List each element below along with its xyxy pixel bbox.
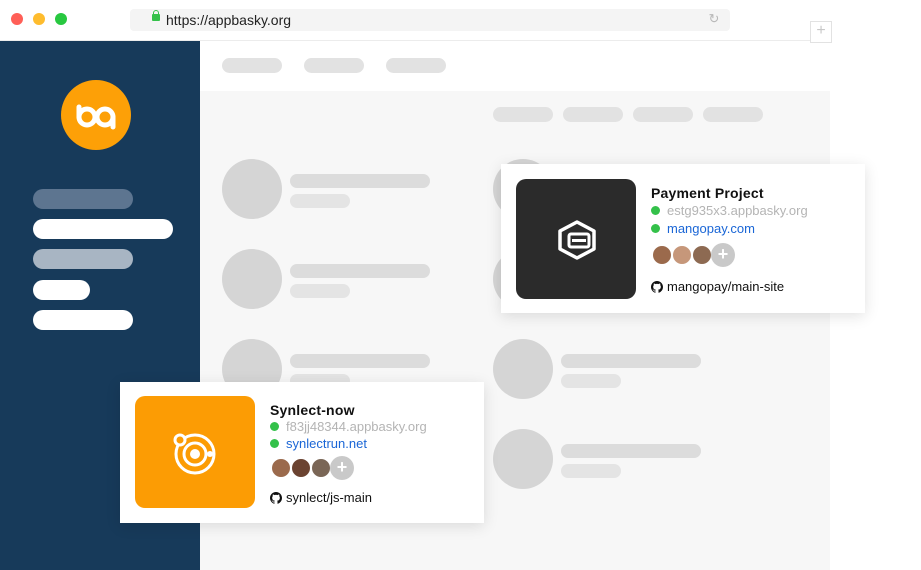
- text-placeholder: [290, 174, 430, 188]
- tab-placeholder: [493, 107, 553, 122]
- avatar: [310, 457, 332, 479]
- project-tile: [516, 179, 636, 299]
- maximize-window-button[interactable]: [55, 13, 67, 25]
- avatar: [270, 457, 292, 479]
- project-tile: [135, 396, 255, 508]
- text-placeholder: [561, 444, 701, 458]
- sidebar-nav-item[interactable]: [33, 249, 133, 269]
- sidebar-nav-item[interactable]: [33, 280, 90, 300]
- close-window-button[interactable]: [11, 13, 23, 25]
- github-icon: [270, 492, 282, 504]
- sidebar-nav-item[interactable]: [33, 189, 133, 209]
- minimize-window-button[interactable]: [33, 13, 45, 25]
- text-placeholder: [290, 354, 430, 368]
- project-name[interactable]: Payment Project: [651, 185, 764, 201]
- nav-placeholder: [304, 58, 364, 73]
- project-domain-link[interactable]: mangopay.com: [667, 221, 755, 236]
- project-name[interactable]: Synlect-now: [270, 402, 355, 418]
- avatar: [671, 244, 693, 266]
- text-placeholder: [561, 354, 701, 368]
- new-tab-button[interactable]: +: [810, 21, 832, 43]
- tab-placeholder: [703, 107, 763, 122]
- status-indicator: [270, 422, 279, 431]
- avatar-placeholder: [493, 339, 553, 399]
- project-subdomain[interactable]: estg935x3.appbasky.org: [667, 203, 808, 218]
- text-placeholder: [290, 284, 350, 298]
- status-indicator: [270, 439, 279, 448]
- status-indicator: [651, 206, 660, 215]
- shield-icon: [558, 220, 596, 260]
- text-placeholder: [290, 194, 350, 208]
- text-placeholder: [290, 264, 430, 278]
- project-repo[interactable]: mangopay/main-site: [667, 279, 784, 294]
- project-subdomain[interactable]: f83jj48344.appbasky.org: [286, 419, 427, 434]
- github-icon: [651, 281, 663, 293]
- avatar: [651, 244, 673, 266]
- text-placeholder: [561, 374, 621, 388]
- orbit-icon: [173, 433, 216, 475]
- lock-icon: [152, 10, 160, 21]
- avatar-placeholder: [222, 249, 282, 309]
- avatar-placeholder: [493, 429, 553, 489]
- sidebar-nav-item[interactable]: [33, 310, 133, 330]
- project-repo[interactable]: synlect/js-main: [286, 490, 372, 505]
- avatar: [290, 457, 312, 479]
- appbasky-logo-icon[interactable]: [61, 80, 131, 150]
- nav-placeholder: [386, 58, 446, 73]
- sidebar-nav-item[interactable]: [33, 219, 173, 239]
- project-domain-link[interactable]: synlectrun.net: [286, 436, 367, 451]
- reload-icon[interactable]: ↻: [707, 12, 721, 26]
- status-indicator: [651, 224, 660, 233]
- text-placeholder: [561, 464, 621, 478]
- add-member-button[interactable]: +: [711, 243, 735, 267]
- add-member-button[interactable]: +: [330, 456, 354, 480]
- avatar-placeholder: [222, 159, 282, 219]
- tab-placeholder: [563, 107, 623, 122]
- avatar: [691, 244, 713, 266]
- nav-placeholder: [222, 58, 282, 73]
- tab-placeholder: [633, 107, 693, 122]
- url-text[interactable]: https://appbasky.org: [166, 11, 291, 29]
